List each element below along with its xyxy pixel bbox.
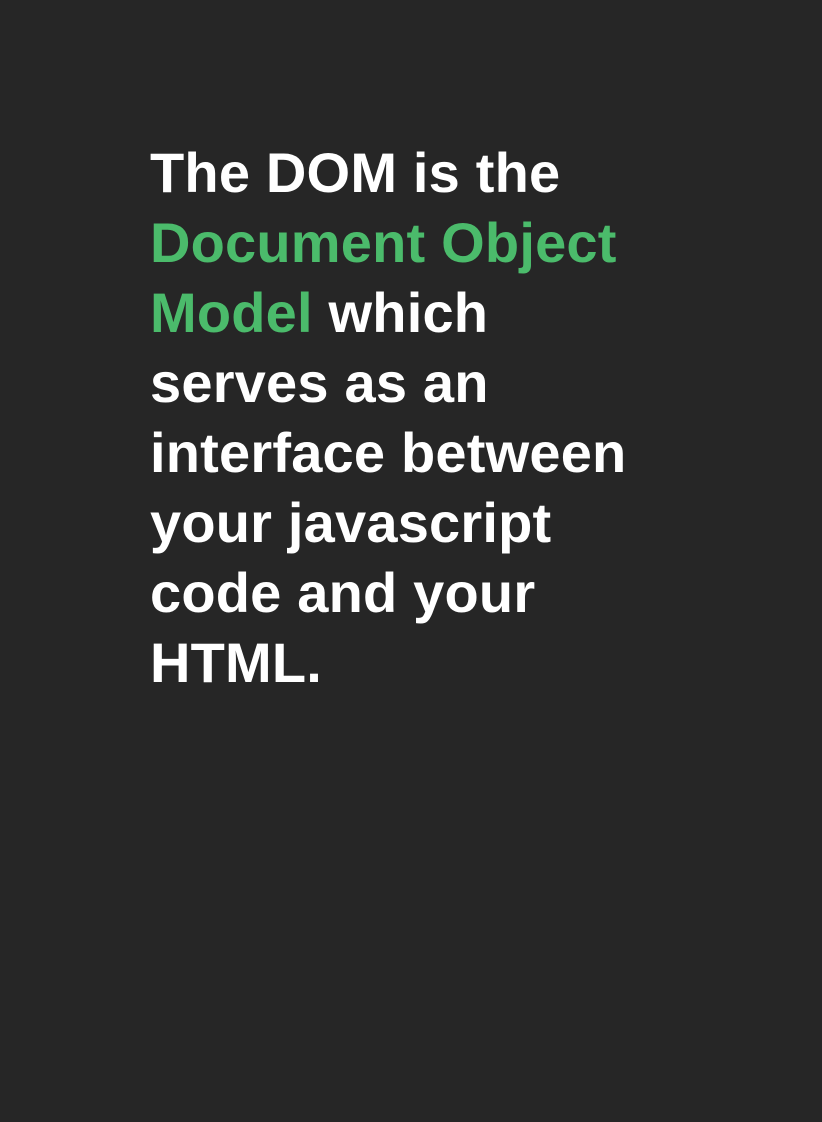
quote-line-6: your javascript — [150, 491, 552, 554]
quote-line-4: serves as an — [150, 351, 489, 414]
quote-line-3: Model which — [150, 278, 710, 348]
slide-page: The DOM is the Document Object Model whi… — [0, 0, 822, 1122]
quote-line-5: interface between — [150, 421, 627, 484]
quote-line-1: The DOM is the — [150, 141, 561, 204]
quote-line-7: code and your — [150, 561, 536, 624]
quote-line-3-highlight: Model — [150, 281, 313, 344]
quote-line-8: HTML. — [150, 631, 323, 694]
quote-line-2-highlight: Document Object — [150, 211, 617, 274]
quote-line-3-rest: which — [312, 281, 489, 344]
quote-text: The DOM is the Document Object Model whi… — [150, 138, 710, 698]
